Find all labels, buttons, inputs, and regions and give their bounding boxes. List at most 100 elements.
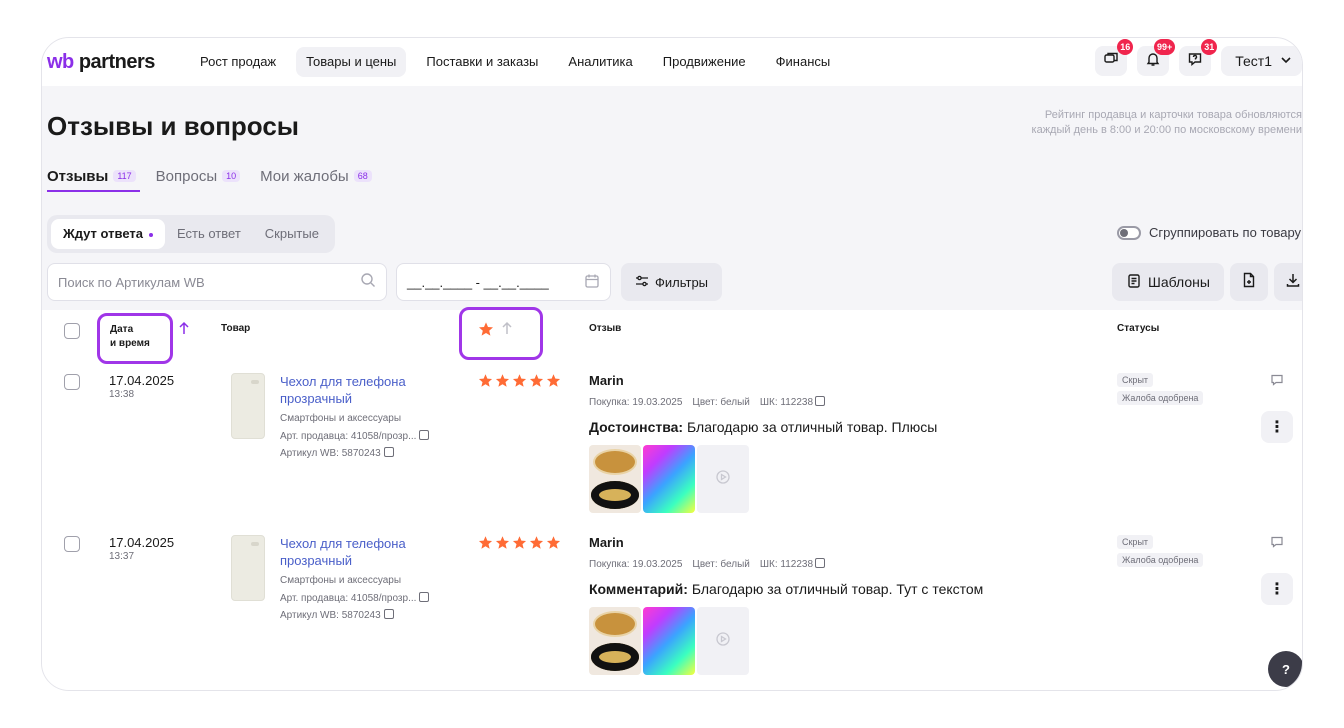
- review-meta: Покупка: 19.03.2025 Цвет: белый ШК: 112238: [589, 396, 835, 408]
- copy-icon[interactable]: [383, 447, 394, 457]
- comment-icon: [1270, 535, 1284, 554]
- star-icon: [546, 535, 561, 555]
- nav-item-supplies-orders[interactable]: Поставки и заказы: [416, 47, 548, 77]
- download-icon: [1285, 272, 1301, 293]
- user-menu[interactable]: Тест1: [1221, 46, 1302, 76]
- file-add-icon: [1241, 272, 1257, 293]
- review-photos: [589, 445, 749, 513]
- date-header-highlight: [97, 313, 173, 364]
- reviews-table: Дата и время Товар Отзыв Статусы 17.04.2…: [42, 307, 1302, 690]
- top-bar: wb partners Рост продаж Товары и цены По…: [42, 38, 1302, 86]
- star-icon: [512, 373, 527, 393]
- nav-item-analytics[interactable]: Аналитика: [558, 47, 642, 77]
- logo[interactable]: wb partners: [47, 51, 155, 74]
- more-vertical-icon: ⋮: [1269, 581, 1285, 598]
- review-photo[interactable]: [589, 445, 641, 513]
- review-video[interactable]: [697, 607, 749, 675]
- export-file-button[interactable]: [1230, 263, 1268, 301]
- review-photo[interactable]: [643, 445, 695, 513]
- review-text: Достоинства: Благодарю за отличный товар…: [589, 419, 938, 435]
- help-button[interactable]: ?: [1268, 651, 1302, 687]
- rating-update-note: Рейтинг продавца и карточки товара обнов…: [1031, 109, 1302, 136]
- select-all-checkbox[interactable]: [64, 323, 80, 339]
- nav-item-sales-growth[interactable]: Рост продаж: [190, 47, 286, 77]
- star-icon: [529, 373, 544, 393]
- review-photo[interactable]: [589, 607, 641, 675]
- user-name: Тест1: [1235, 53, 1272, 69]
- row-checkbox[interactable]: [64, 374, 80, 390]
- copy-icon[interactable]: [815, 558, 826, 568]
- nav-item-products-prices[interactable]: Товары и цены: [296, 47, 407, 77]
- rating-stars: [478, 535, 561, 555]
- review-meta: Покупка: 19.03.2025 Цвет: белый ШК: 112238: [589, 558, 835, 570]
- review-time: 13:38: [109, 389, 135, 400]
- product-name-link[interactable]: Чехол для телефона прозрачный: [280, 535, 440, 569]
- copy-icon[interactable]: [419, 430, 430, 440]
- calendar-icon[interactable]: [584, 273, 600, 292]
- segment-awaiting-reply[interactable]: Ждут ответа: [51, 219, 165, 249]
- statuses-column-header: Статусы: [1117, 323, 1160, 334]
- questions-button[interactable]: 31: [1179, 39, 1218, 76]
- row-checkbox[interactable]: [64, 536, 80, 552]
- date-range-input[interactable]: __.__.____ - __.__.____: [396, 263, 611, 301]
- chat-icon: [1103, 51, 1119, 72]
- more-actions-button[interactable]: ⋮: [1261, 411, 1293, 443]
- review-author: Marin: [589, 535, 624, 550]
- review-date: 17.04.2025: [109, 373, 175, 388]
- star-icon: [495, 535, 510, 555]
- star-icon: [546, 373, 561, 393]
- question-bubble-icon: [1187, 51, 1203, 72]
- reply-button[interactable]: [1268, 373, 1286, 391]
- status-badge: Скрыт: [1117, 373, 1154, 387]
- segment-hidden[interactable]: Скрытые: [253, 219, 331, 249]
- review-author: Marin: [589, 373, 624, 388]
- tab-count: 117: [113, 170, 136, 182]
- product-name-link[interactable]: Чехол для телефона прозрачный: [280, 373, 440, 407]
- review-photo[interactable]: [643, 607, 695, 675]
- reply-button[interactable]: [1268, 535, 1286, 553]
- review-tabs: Отзывы 117 Вопросы 10 Мои жалобы 68: [47, 162, 392, 192]
- tab-count: 10: [222, 170, 241, 182]
- tab-complaints[interactable]: Мои жалобы 68: [260, 162, 372, 190]
- nav-item-finance[interactable]: Финансы: [766, 47, 841, 77]
- star-icon: [478, 535, 493, 555]
- filters-button[interactable]: Фильтры: [621, 263, 723, 301]
- search-icon[interactable]: [360, 272, 376, 293]
- review-time: 13:37: [109, 551, 135, 562]
- tab-count: 68: [353, 170, 372, 182]
- main-nav: Рост продаж Товары и цены Поставки и зак…: [190, 47, 850, 77]
- status-badge: Жалоба одобрена: [1117, 391, 1204, 405]
- sort-arrow-up-icon[interactable]: [178, 321, 190, 340]
- more-actions-button[interactable]: ⋮: [1261, 573, 1293, 605]
- notifications-badge: 99+: [1153, 39, 1176, 55]
- star-icon: [512, 535, 527, 555]
- copy-icon[interactable]: [815, 396, 826, 406]
- product-thumbnail[interactable]: [231, 373, 265, 439]
- more-vertical-icon: ⋮: [1269, 419, 1285, 436]
- product-column-header: Товар: [221, 323, 251, 334]
- notifications-button[interactable]: 99+: [1137, 39, 1176, 76]
- copy-icon[interactable]: [419, 592, 430, 602]
- review-column-header: Отзыв: [589, 323, 622, 334]
- page-title: Отзывы и вопросы: [47, 111, 300, 141]
- chat-button[interactable]: 16: [1095, 39, 1134, 76]
- templates-button[interactable]: Шаблоны: [1112, 263, 1224, 301]
- search-input[interactable]: [58, 274, 360, 290]
- chevron-down-icon: [1280, 53, 1292, 69]
- video-placeholder-icon: [714, 630, 732, 653]
- search-field: [47, 263, 387, 301]
- star-icon: [478, 373, 493, 393]
- status-segmented-control: Ждут ответа Есть ответ Скрытые: [47, 215, 335, 253]
- toggle-switch[interactable]: [1117, 225, 1141, 240]
- product-category: Смартфоны и аксессуары: [280, 575, 402, 586]
- group-by-product-toggle[interactable]: Сгруппировать по товару: [1117, 225, 1301, 240]
- header-actions: 16 99+ 31 Тест1: [1095, 39, 1302, 76]
- segment-answered[interactable]: Есть ответ: [165, 219, 253, 249]
- review-video[interactable]: [697, 445, 749, 513]
- tab-questions[interactable]: Вопросы 10: [156, 162, 241, 190]
- product-thumbnail[interactable]: [231, 535, 265, 601]
- tab-reviews[interactable]: Отзывы 117: [47, 162, 140, 192]
- nav-item-promotion[interactable]: Продвижение: [653, 47, 756, 77]
- copy-icon[interactable]: [383, 609, 394, 619]
- download-button[interactable]: [1274, 263, 1302, 301]
